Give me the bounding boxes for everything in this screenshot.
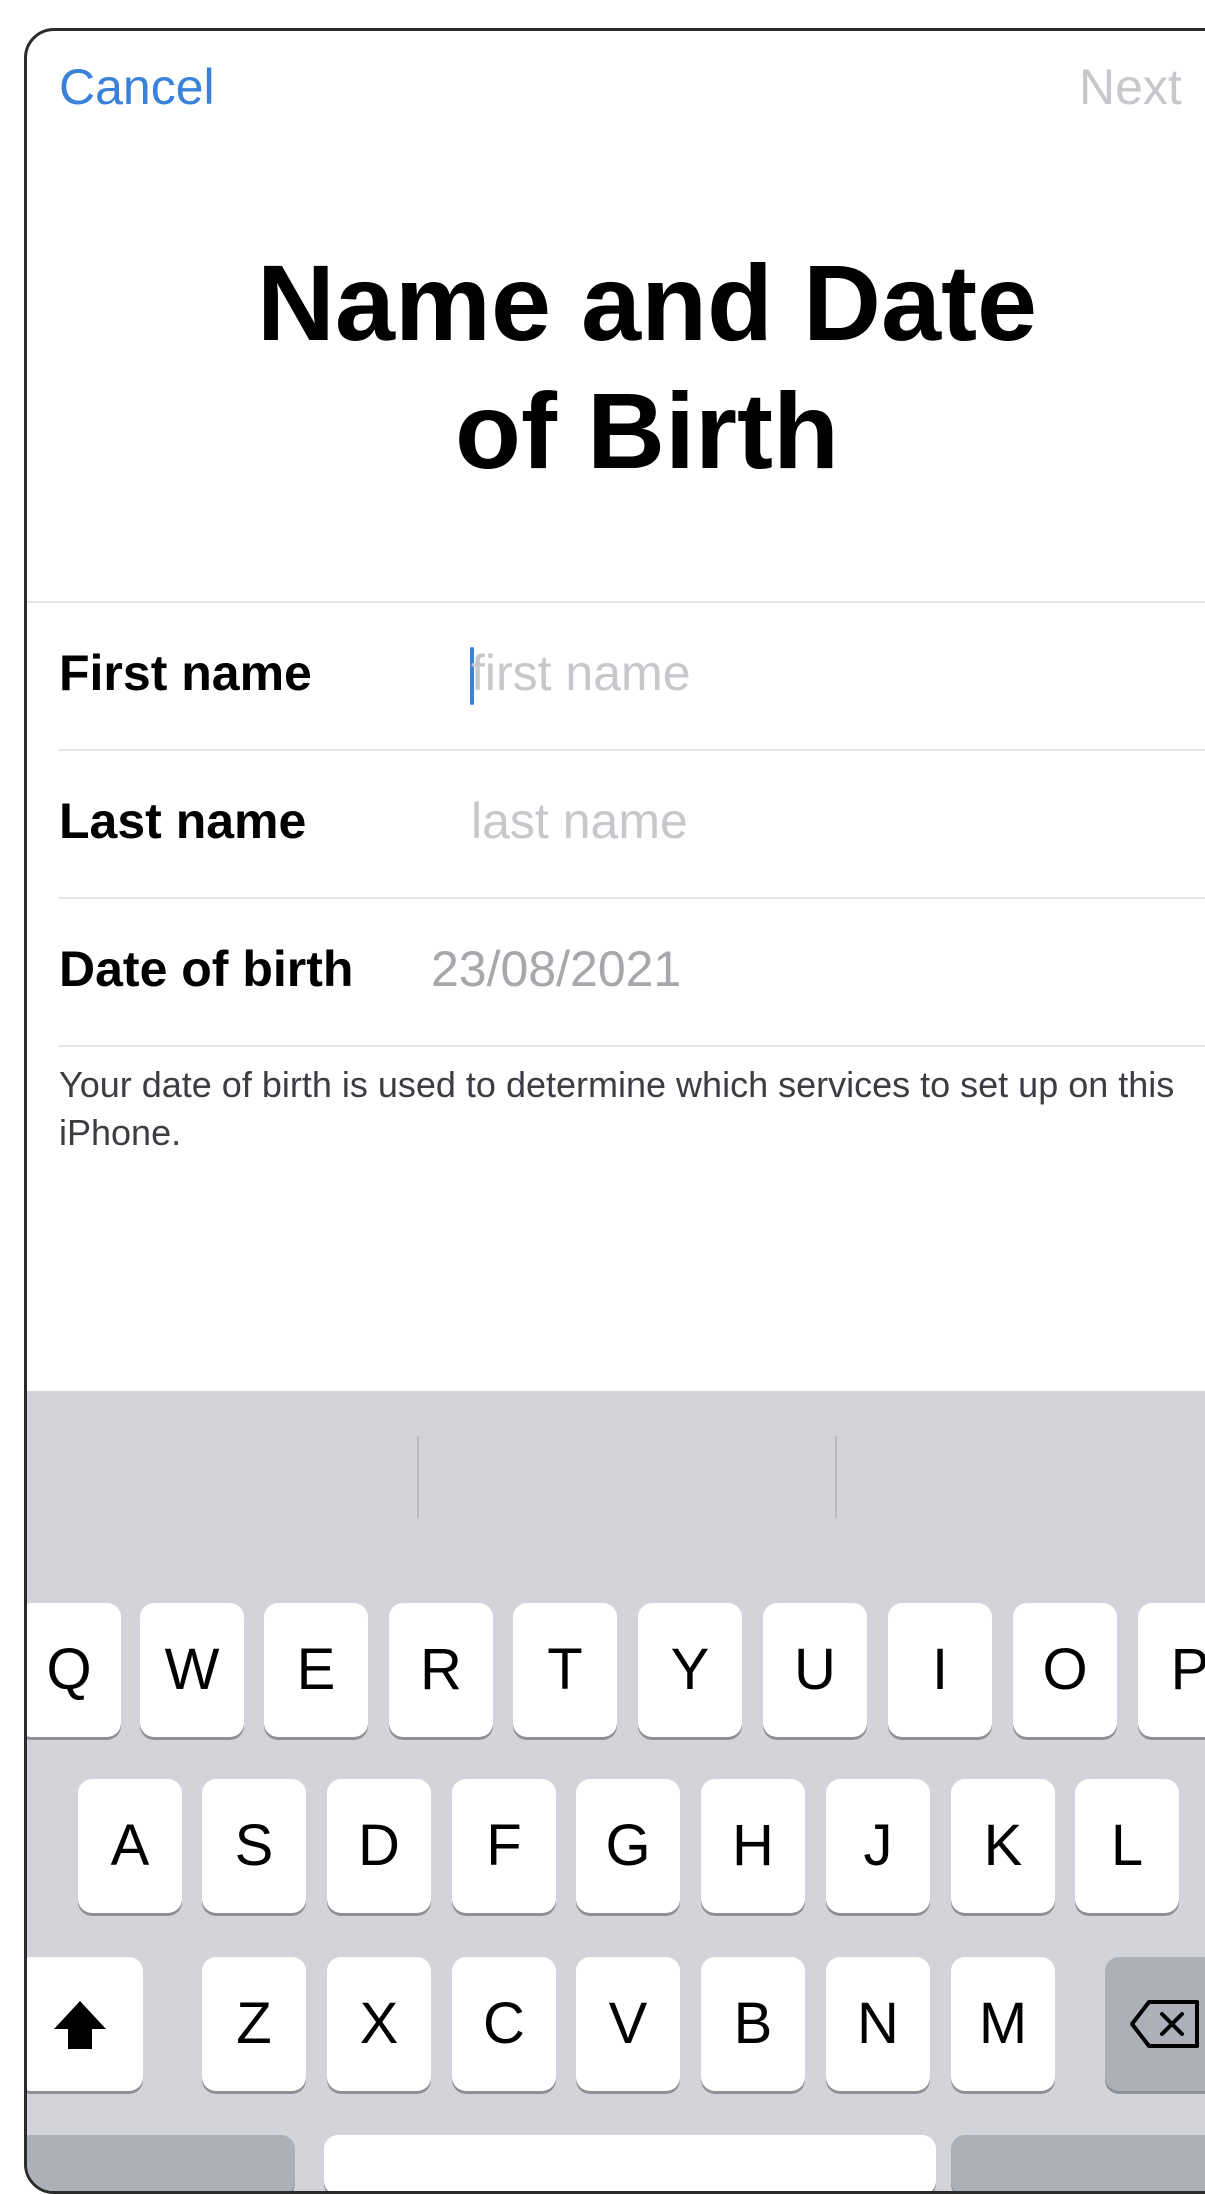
- first-name-input[interactable]: [471, 643, 1171, 703]
- key-c[interactable]: C: [452, 1957, 556, 2091]
- key-i[interactable]: I: [888, 1603, 992, 1737]
- key-k[interactable]: K: [951, 1779, 1055, 1913]
- last-name-label: Last name: [59, 793, 307, 849]
- shift-arrow-icon: [54, 2001, 106, 2049]
- key-z[interactable]: Z: [202, 1957, 306, 2091]
- key-u[interactable]: U: [763, 1603, 867, 1737]
- key-m[interactable]: M: [951, 1957, 1055, 2091]
- key-o[interactable]: O: [1013, 1603, 1117, 1737]
- key-h[interactable]: H: [701, 1779, 805, 1913]
- last-name-row[interactable]: Last name: [59, 751, 1205, 899]
- shift-key[interactable]: [27, 1957, 143, 2091]
- phone-screen: Cancel Next Name and Date of Birth First…: [24, 28, 1205, 2194]
- backspace-icon: [1130, 2000, 1199, 2048]
- date-of-birth-row[interactable]: Date of birth 23/08/2021: [59, 899, 1205, 1047]
- cancel-button[interactable]: Cancel: [59, 57, 215, 117]
- date-of-birth-footnote: Your date of birth is used to determine …: [59, 1064, 1175, 1153]
- key-f[interactable]: F: [452, 1779, 556, 1913]
- key-e[interactable]: E: [264, 1603, 368, 1737]
- key-j[interactable]: J: [826, 1779, 930, 1913]
- key-t[interactable]: T: [513, 1603, 617, 1737]
- key-a[interactable]: A: [78, 1779, 182, 1913]
- navigation-bar: Cancel Next: [27, 31, 1205, 161]
- suggestion-divider: [835, 1436, 837, 1518]
- key-y[interactable]: Y: [638, 1603, 742, 1737]
- keyboard: Q W E R T Y U I O P A S D F G H J K L Z …: [27, 1391, 1205, 2191]
- page-title-line-1: Name and Date: [256, 242, 1038, 363]
- key-b[interactable]: B: [701, 1957, 805, 2091]
- key-r[interactable]: R: [389, 1603, 493, 1737]
- first-name-row[interactable]: First name: [59, 603, 1205, 751]
- key-p[interactable]: P: [1138, 1603, 1205, 1737]
- date-of-birth-label: Date of birth: [59, 941, 354, 997]
- key-q[interactable]: Q: [27, 1603, 121, 1737]
- last-name-input[interactable]: [471, 791, 1171, 851]
- key-w[interactable]: W: [140, 1603, 244, 1737]
- numbers-key[interactable]: [27, 2135, 295, 2191]
- key-x[interactable]: X: [327, 1957, 431, 2091]
- suggestion-bar: [27, 1391, 1205, 1531]
- page-title: Name and Date of Birth: [27, 239, 1205, 495]
- key-v[interactable]: V: [576, 1957, 680, 2091]
- space-key[interactable]: [324, 2135, 936, 2191]
- date-of-birth-value[interactable]: 23/08/2021: [431, 939, 681, 999]
- suggestion-divider: [417, 1436, 419, 1518]
- page-title-line-2: of Birth: [455, 370, 839, 491]
- key-l[interactable]: L: [1075, 1779, 1179, 1913]
- delete-key[interactable]: [1105, 1957, 1205, 2091]
- key-n[interactable]: N: [826, 1957, 930, 2091]
- first-name-label: First name: [59, 645, 312, 701]
- key-d[interactable]: D: [327, 1779, 431, 1913]
- key-g[interactable]: G: [576, 1779, 680, 1913]
- key-s[interactable]: S: [202, 1779, 306, 1913]
- next-button[interactable]: Next: [1079, 57, 1182, 117]
- return-key[interactable]: [951, 2135, 1205, 2191]
